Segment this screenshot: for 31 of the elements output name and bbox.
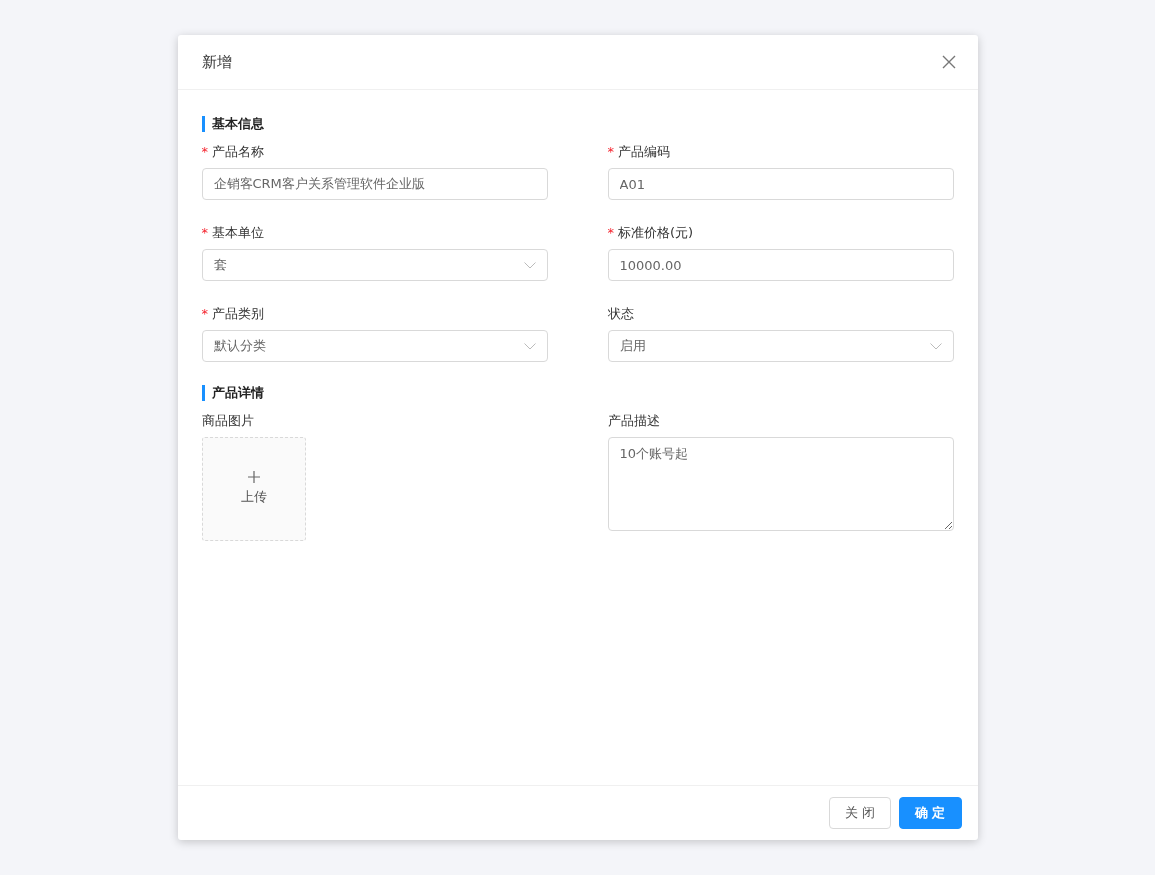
select-field[interactable]: 默认分类 <box>201 330 548 362</box>
chevron-down-icon <box>523 342 536 350</box>
field-label: 产品编码 <box>618 144 670 159</box>
chevron-down-icon <box>523 261 536 269</box>
field-label: 标准价格(元) <box>618 225 694 240</box>
section-title: 产品详情 <box>201 385 954 401</box>
plus-icon <box>247 471 260 484</box>
required-mark: * <box>201 306 208 321</box>
field-label: 商品图片 <box>201 413 254 428</box>
required-mark: * <box>201 225 208 240</box>
dialog-title: 新增 <box>201 51 232 73</box>
select-field[interactable]: 套 <box>201 249 548 281</box>
required-mark: * <box>201 144 208 159</box>
chevron-down-icon <box>929 342 942 350</box>
input-field[interactable]: A01 <box>607 168 954 200</box>
required-mark: * <box>607 225 614 240</box>
section-title: 基本信息 <box>201 116 954 132</box>
field-label: 产品名称 <box>212 144 264 159</box>
field-label: 基本单位 <box>212 225 264 240</box>
upload-button[interactable]: 上传 <box>201 437 306 541</box>
upload-label: 上传 <box>240 488 267 507</box>
text-area[interactable]: 10个账号起 <box>607 437 954 531</box>
confirm-button[interactable]: 确 定 <box>898 797 962 829</box>
select-field[interactable]: 启用 <box>607 330 954 362</box>
field-label: 产品描述 <box>607 413 660 428</box>
field-label: 状态 <box>607 306 634 321</box>
field-label: 产品类别 <box>212 306 264 321</box>
input-field[interactable]: 企销客CRM客户关系管理软件企业版 <box>201 168 548 200</box>
close-button[interactable]: 关 闭 <box>828 797 891 829</box>
required-mark: * <box>607 144 614 159</box>
input-field[interactable]: 10000.00 <box>607 249 954 281</box>
